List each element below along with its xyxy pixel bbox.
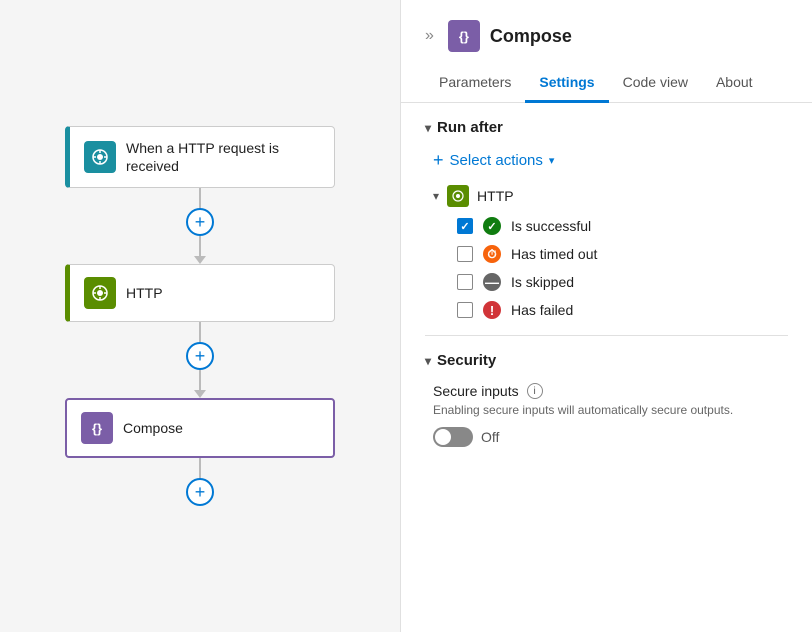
- label-failed: Has failed: [511, 302, 573, 318]
- connector-2: +: [186, 322, 214, 398]
- security-chevron: ▾: [425, 354, 431, 368]
- label-successful: Is successful: [511, 218, 591, 234]
- http-node[interactable]: HTTP: [65, 264, 335, 322]
- security-label: Security: [437, 352, 496, 369]
- panel-title: Compose: [490, 26, 572, 47]
- tab-codeview[interactable]: Code view: [609, 64, 702, 103]
- status-icon-failed: !: [483, 301, 501, 319]
- checkbox-timedout[interactable]: [457, 246, 473, 262]
- http-row-label: HTTP: [477, 188, 514, 204]
- tab-about[interactable]: About: [702, 64, 767, 103]
- http-icon: [84, 277, 116, 309]
- select-actions-label: Select actions: [450, 152, 543, 169]
- breadcrumb-chevron: »: [425, 27, 434, 45]
- connector-1: +: [186, 188, 214, 264]
- compose-label: Compose: [123, 419, 183, 437]
- select-actions-chevron: ▾: [549, 154, 555, 167]
- trigger-node[interactable]: When a HTTP request is received: [65, 126, 335, 188]
- toggle-off-label: Off: [481, 429, 499, 445]
- add-between-trigger-http[interactable]: +: [186, 208, 214, 236]
- http-node-small-icon: [447, 185, 469, 207]
- http-expand-chevron: ▾: [433, 189, 439, 203]
- toggle-knob: [435, 429, 451, 445]
- flow-nodes: When a HTTP request is received +: [65, 126, 335, 506]
- tab-settings[interactable]: Settings: [525, 64, 608, 103]
- secure-inputs-toggle[interactable]: [433, 427, 473, 447]
- plus-icon: +: [433, 150, 444, 171]
- condition-failed[interactable]: ! Has failed: [457, 301, 788, 319]
- settings-panel: » {} Compose Parameters Settings Code vi…: [400, 0, 812, 632]
- condition-skipped[interactable]: — Is skipped: [457, 273, 788, 291]
- panel-body: ▾ Run after + Select actions ▾ ▾ HTTP ✓: [401, 103, 812, 632]
- tab-parameters[interactable]: Parameters: [425, 64, 525, 103]
- flow-canvas: When a HTTP request is received +: [0, 0, 400, 632]
- condition-timedout[interactable]: ⏱ Has timed out: [457, 245, 788, 263]
- http-expand-row[interactable]: ▾ HTTP: [433, 185, 788, 207]
- run-after-chevron: ▾: [425, 121, 431, 135]
- security-section: ▾ Security Secure inputs i Enabling secu…: [425, 352, 788, 447]
- checkbox-skipped[interactable]: [457, 274, 473, 290]
- secure-inputs-label: Secure inputs: [433, 383, 519, 399]
- condition-successful[interactable]: ✓ Is successful: [457, 217, 788, 235]
- run-after-label: Run after: [437, 119, 503, 136]
- trigger-label: When a HTTP request is received: [126, 139, 320, 175]
- tab-bar: Parameters Settings Code view About: [401, 64, 812, 103]
- secure-inputs-hint: Enabling secure inputs will automaticall…: [433, 403, 788, 417]
- add-after-compose[interactable]: +: [186, 478, 214, 506]
- label-skipped: Is skipped: [511, 274, 574, 290]
- secure-inputs-row: Secure inputs i: [433, 383, 788, 399]
- status-icon-skipped: —: [483, 273, 501, 291]
- label-timedout: Has timed out: [511, 246, 597, 262]
- panel-header: » {} Compose: [401, 0, 812, 52]
- select-actions-btn[interactable]: + Select actions ▾: [433, 150, 788, 171]
- http-label: HTTP: [126, 284, 163, 302]
- checkbox-successful[interactable]: [457, 218, 473, 234]
- run-after-header[interactable]: ▾ Run after: [425, 119, 788, 136]
- compose-icon: {}: [81, 412, 113, 444]
- add-between-http-compose[interactable]: +: [186, 342, 214, 370]
- checkbox-failed[interactable]: [457, 302, 473, 318]
- toggle-row[interactable]: Off: [433, 427, 788, 447]
- secure-inputs-info-icon[interactable]: i: [527, 383, 543, 399]
- divider: [425, 335, 788, 336]
- status-icon-successful: ✓: [483, 217, 501, 235]
- panel-header-icon: {}: [448, 20, 480, 52]
- security-header[interactable]: ▾ Security: [425, 352, 788, 369]
- trigger-icon: [84, 141, 116, 173]
- connector-3: [199, 458, 201, 478]
- compose-node[interactable]: {} Compose: [65, 398, 335, 458]
- status-icon-timedout: ⏱: [483, 245, 501, 263]
